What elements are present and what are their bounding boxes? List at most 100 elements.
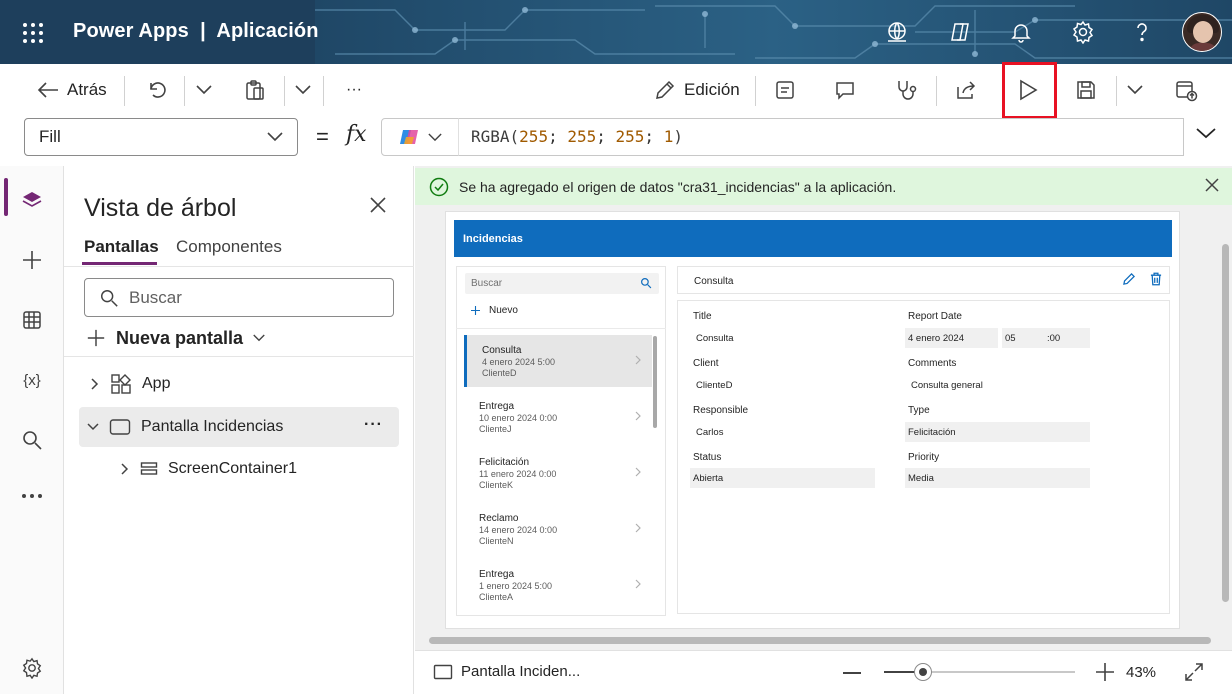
play-button-highlight-box xyxy=(1002,62,1057,119)
canvas-horizontal-scrollbar[interactable] xyxy=(429,637,1211,644)
zoom-out-button[interactable] xyxy=(843,672,861,674)
save-dropdown-button[interactable] xyxy=(1127,76,1143,104)
formula-close: ) xyxy=(673,127,683,146)
plus-icon xyxy=(1096,663,1114,681)
tree-view-rail-button[interactable] xyxy=(14,182,50,218)
tree-search-input[interactable]: Buscar xyxy=(84,278,394,317)
save-button[interactable] xyxy=(1075,76,1097,104)
share-button[interactable] xyxy=(955,76,977,104)
edit-icon[interactable] xyxy=(1122,272,1136,286)
copilot-icon[interactable] xyxy=(946,18,974,46)
search-icon xyxy=(101,289,118,307)
variables-rail-button[interactable]: {x} xyxy=(14,362,50,398)
gallery-search-input[interactable]: Buscar xyxy=(465,273,659,294)
field-label-client: Client xyxy=(693,358,719,369)
list-item-date: 11 enero 2024 0:00 xyxy=(479,468,557,479)
share-icon xyxy=(957,81,976,99)
list-item[interactable]: Felicitación 11 enero 2024 0:00 ClienteK xyxy=(464,447,652,499)
formula-sep: ; xyxy=(548,127,568,146)
avatar[interactable] xyxy=(1182,12,1222,52)
copilot-formula-button[interactable] xyxy=(381,118,459,156)
list-item-title: Reclamo xyxy=(479,513,519,524)
expand-formula-button[interactable] xyxy=(1195,126,1219,150)
data-rail-button[interactable] xyxy=(14,302,50,338)
chevron-down-icon xyxy=(267,132,283,142)
field-value-client: ClienteD xyxy=(693,375,873,395)
environment-icon[interactable] xyxy=(883,18,911,46)
list-item-client: ClienteK xyxy=(479,480,514,490)
gallery-new-label: Nuevo xyxy=(489,305,518,316)
tab-screens[interactable]: Pantallas xyxy=(84,237,159,257)
list-item-client: ClienteA xyxy=(479,592,514,602)
close-panel-button[interactable] xyxy=(368,195,390,217)
tree-item-app[interactable]: App xyxy=(90,364,170,404)
field-value-priority: Media xyxy=(905,468,1090,488)
app-checker-button[interactable] xyxy=(774,76,796,104)
undo-button[interactable] xyxy=(146,76,166,104)
waffle-icon[interactable] xyxy=(22,22,44,44)
undo-dropdown-button[interactable] xyxy=(196,76,212,104)
notifications-icon[interactable] xyxy=(1007,18,1035,46)
fullscreen-button[interactable] xyxy=(1184,662,1204,682)
delete-icon[interactable] xyxy=(1149,272,1163,286)
more-commands-button[interactable]: ··· xyxy=(346,76,362,104)
back-button[interactable]: Atrás xyxy=(37,76,107,104)
app-preview-header: Incidencias xyxy=(454,220,1172,257)
list-item[interactable]: Entrega 1 enero 2024 5:00 ClienteA xyxy=(464,559,652,611)
chevron-down-icon xyxy=(87,423,99,431)
list-item-title: Felicitación xyxy=(479,457,530,468)
list-item-date: 10 enero 2024 0:00 xyxy=(479,412,558,423)
field-label-report-date: Report Date xyxy=(908,311,962,322)
save-icon xyxy=(1077,81,1095,99)
screen-icon xyxy=(109,419,131,435)
more-options-button[interactable]: ··· xyxy=(364,416,383,434)
screen-selector[interactable]: Pantalla Inciden... xyxy=(433,663,580,680)
list-item[interactable]: Reclamo 14 enero 2024 0:00 ClienteN xyxy=(464,503,652,555)
dismiss-notification-button[interactable] xyxy=(1205,178,1221,194)
comments-button[interactable] xyxy=(834,76,856,104)
tree-item-pantalla-incidencias[interactable]: Pantalla Incidencias ··· xyxy=(79,407,399,447)
list-item[interactable]: Consulta 4 enero 2024 5:00 ClienteD xyxy=(464,335,652,387)
gallery-scrollbar[interactable] xyxy=(653,336,657,428)
document-list-icon xyxy=(776,81,794,99)
search-rail-button[interactable] xyxy=(14,422,50,458)
more-rail-button[interactable] xyxy=(14,478,50,514)
chevron-down-icon xyxy=(1127,85,1143,95)
more-dots-icon xyxy=(22,494,42,498)
settings-icon xyxy=(22,657,42,679)
publish-button[interactable] xyxy=(1174,76,1198,104)
table-icon xyxy=(23,311,41,329)
tree-item-screencontainer1[interactable]: ScreenContainer1 xyxy=(120,449,297,489)
list-item-client: ClienteJ xyxy=(479,424,512,434)
divider xyxy=(64,266,414,267)
plus-icon xyxy=(87,329,105,347)
zoom-slider-thumb[interactable] xyxy=(914,663,932,681)
new-screen-button[interactable]: Nueva pantalla xyxy=(86,325,265,351)
health-check-button[interactable] xyxy=(894,76,918,104)
canvas-vertical-scrollbar[interactable] xyxy=(1222,244,1229,602)
list-item[interactable]: Entrega 10 enero 2024 0:00 ClienteJ xyxy=(464,391,652,443)
property-dropdown[interactable]: Fill xyxy=(24,118,298,156)
settings-icon[interactable] xyxy=(1069,18,1097,46)
layers-icon xyxy=(22,192,42,207)
list-item-date: 1 enero 2024 5:00 xyxy=(479,580,553,591)
insert-rail-button[interactable] xyxy=(14,242,50,278)
chevron-right-icon xyxy=(91,378,99,390)
gallery-new-button[interactable]: Nuevo xyxy=(470,305,518,316)
paste-button[interactable] xyxy=(244,76,266,104)
field-value-report-hour: 05 xyxy=(1002,328,1044,348)
zoom-in-button[interactable] xyxy=(1095,662,1115,682)
edit-mode-button[interactable]: Edición xyxy=(654,76,740,104)
formula-input[interactable]: RGBA(255; 255; 255; 1) xyxy=(458,118,1184,156)
help-icon[interactable] xyxy=(1128,18,1156,46)
tab-components[interactable]: Componentes xyxy=(176,237,282,257)
list-item-client: ClienteN xyxy=(479,536,514,546)
tree-item-label: ScreenContainer1 xyxy=(168,460,297,477)
settings-rail-button[interactable] xyxy=(14,650,50,686)
tree-view-title: Vista de árbol xyxy=(84,194,237,222)
field-label-priority: Priority xyxy=(908,452,940,463)
tree-search-placeholder: Buscar xyxy=(129,287,182,307)
field-label-type: Type xyxy=(908,405,930,416)
field-value-title: Consulta xyxy=(693,328,873,348)
paste-dropdown-button[interactable] xyxy=(295,76,311,104)
